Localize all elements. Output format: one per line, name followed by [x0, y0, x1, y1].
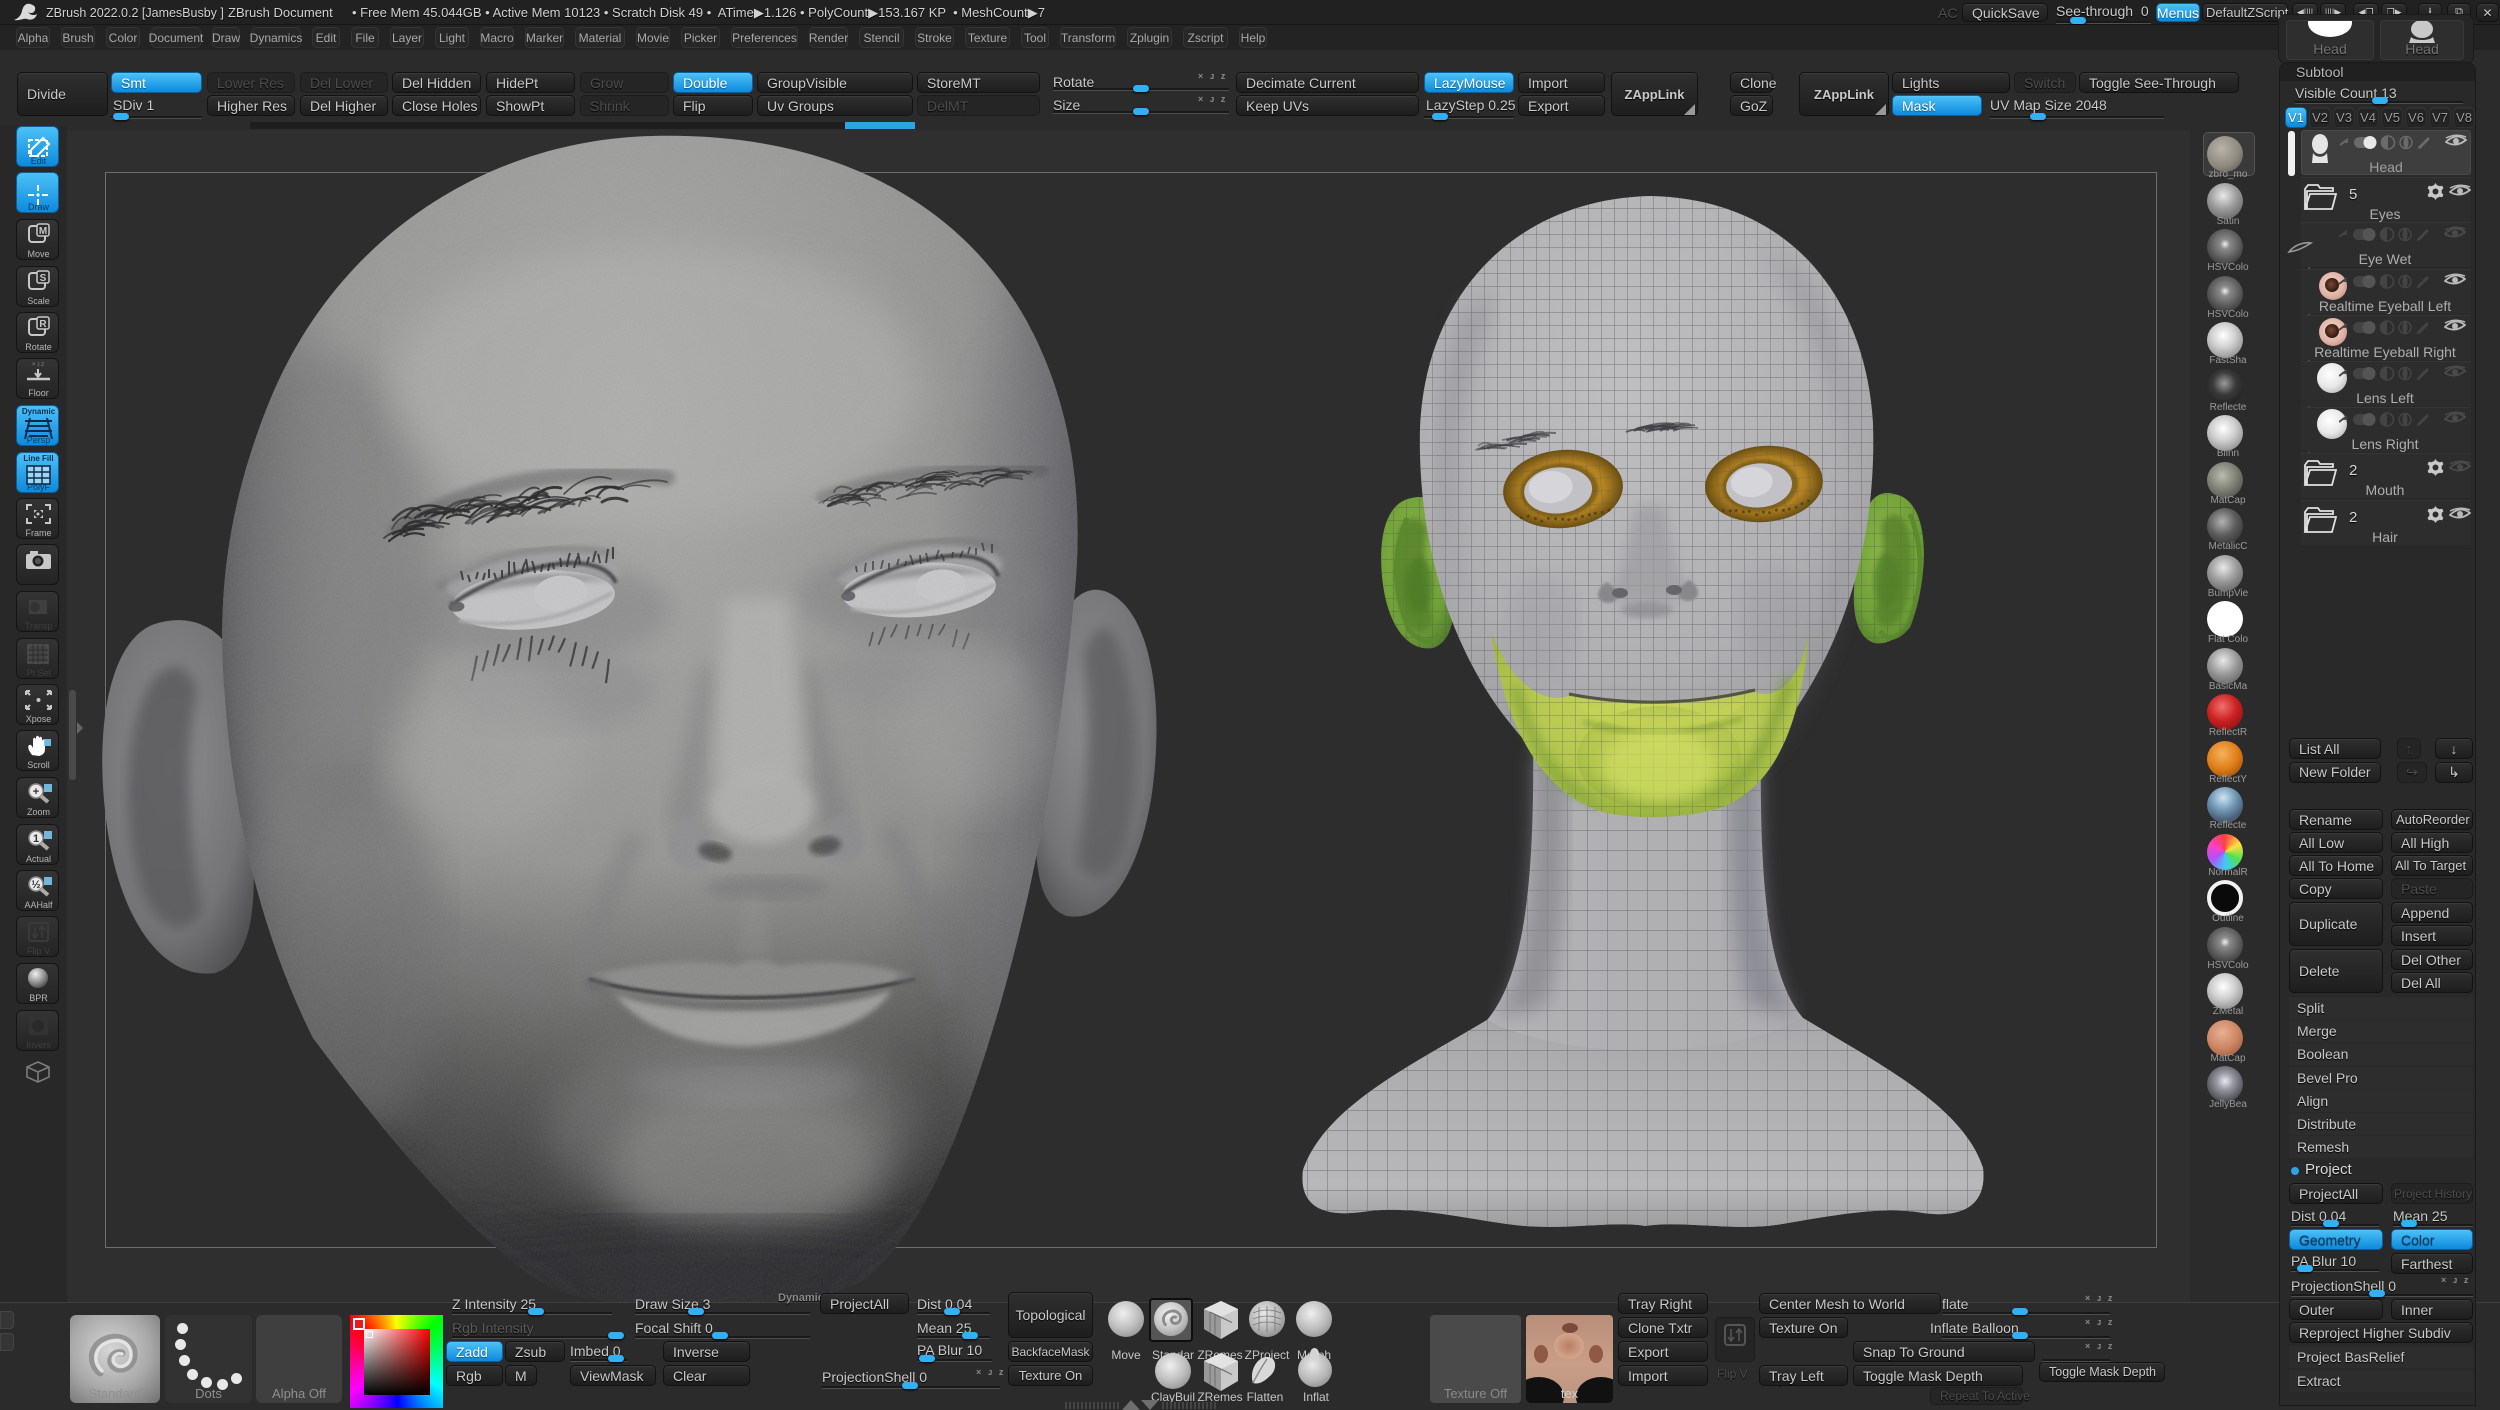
svg-text:1: 1 [33, 833, 39, 845]
svg-text:S: S [40, 273, 47, 284]
svg-text:× ᴊ z: × ᴊ z [32, 362, 44, 368]
svg-text:R: R [39, 319, 47, 330]
svg-text:M: M [39, 226, 47, 237]
svg-text:½: ½ [31, 879, 40, 891]
svg-text:+: + [33, 786, 39, 798]
